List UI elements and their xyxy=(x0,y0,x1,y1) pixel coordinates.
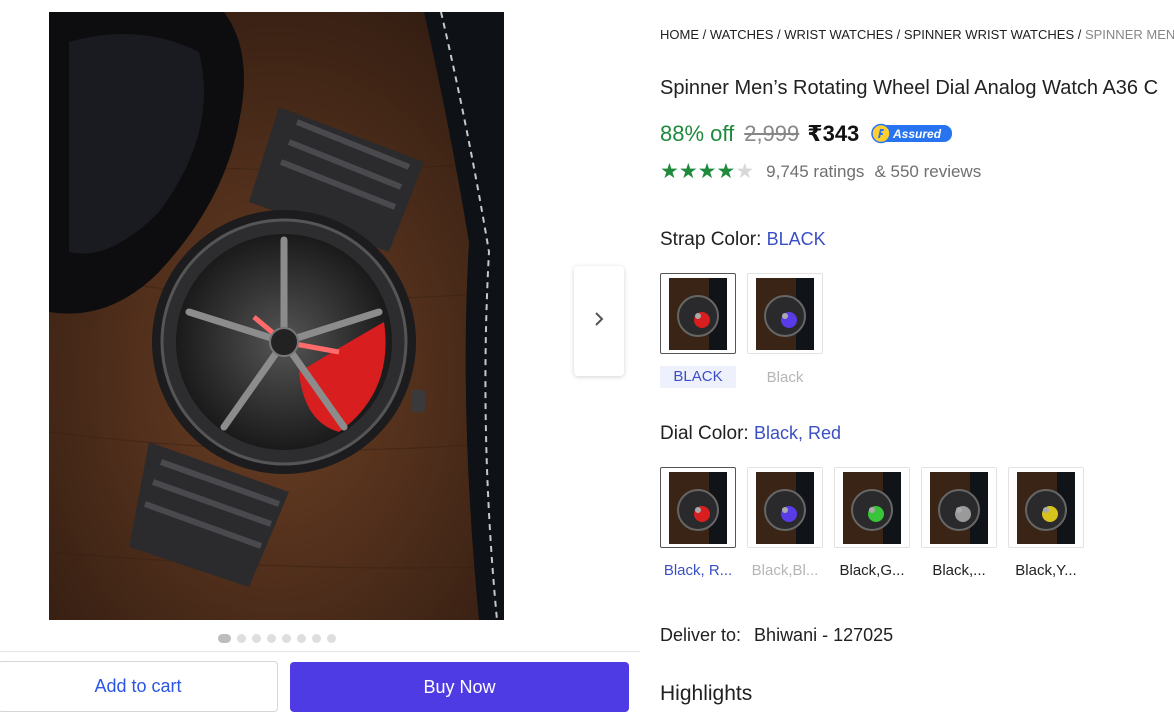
strap-color-label: Strap Color: BLACK xyxy=(660,229,826,251)
swatch-thumbnail xyxy=(930,471,988,544)
breadcrumb-home[interactable]: HOME xyxy=(660,27,699,42)
dial-swatch-black-yellow[interactable] xyxy=(1008,467,1084,548)
dial-swatch-black-blue[interactable] xyxy=(747,467,823,548)
price-row: 88% off 2,999 ₹343 Assured xyxy=(660,121,953,147)
original-price: 2,999 xyxy=(744,121,800,146)
dial-color-title: Dial Color: xyxy=(660,423,749,444)
deliver-to-label: Deliver to: xyxy=(660,625,742,645)
buy-now-button[interactable]: Buy Now xyxy=(290,662,629,712)
dial-swatch-black-red[interactable] xyxy=(660,467,736,548)
breadcrumb-separator: / xyxy=(699,27,710,42)
breadcrumb-separator: / xyxy=(773,27,785,42)
chevron-right-icon xyxy=(592,311,606,332)
selling-price: ₹343 xyxy=(807,121,860,146)
delivery-location[interactable]: Bhiwani - 127025 xyxy=(754,625,893,645)
dial-color-value: Black, Red xyxy=(753,423,842,443)
ratings-count[interactable]: 9,745 ratings xyxy=(766,162,864,182)
swatch-thumbnail xyxy=(756,471,814,544)
highlights-heading: Highlights xyxy=(660,682,753,705)
star-icon: ★ xyxy=(716,160,736,183)
swatch-thumbnail xyxy=(843,471,901,544)
divider xyxy=(0,651,640,652)
star-icon: ★ xyxy=(678,160,698,183)
carousel-dot[interactable] xyxy=(297,634,306,643)
star-rating: ★ ★ ★ ★ ★ xyxy=(660,161,754,182)
swatch-thumbnail xyxy=(669,277,727,350)
product-gallery: Add to cart Buy Now xyxy=(0,0,640,723)
carousel-dot[interactable] xyxy=(237,634,246,643)
dial-option-label: Black,G... xyxy=(839,562,905,579)
reviews-count[interactable]: & 550 reviews xyxy=(874,162,981,182)
dial-option-label: Black, R... xyxy=(663,562,733,579)
swatch-thumbnail xyxy=(756,277,814,350)
product-title: Spinner Men’s Rotating Wheel Dial Analog… xyxy=(660,77,1159,99)
dial-option-label: Black,... xyxy=(932,562,986,579)
carousel-dot[interactable] xyxy=(282,634,291,643)
breadcrumb-separator: / xyxy=(893,27,904,42)
breadcrumb-separator: / xyxy=(1074,27,1085,42)
breadcrumb-current: SPINNER MEN'S R xyxy=(1084,27,1174,42)
carousel-dot[interactable] xyxy=(267,634,276,643)
delivery-row: Deliver to: Bhiwani - 127025 xyxy=(660,625,893,646)
breadcrumb-wrist-watches[interactable]: WRIST WATCHES xyxy=(784,27,893,42)
rating-row: ★ ★ ★ ★ ★ 9,745 ratings & 550 reviews xyxy=(660,161,981,182)
add-to-cart-button[interactable]: Add to cart xyxy=(0,661,278,712)
strap-option-label: Black xyxy=(766,369,804,386)
carousel-dot[interactable] xyxy=(252,634,261,643)
image-carousel-dots xyxy=(218,634,336,643)
assured-label: Assured xyxy=(892,127,942,141)
breadcrumb: HOME / WATCHES / WRIST WATCHES / SPINNER… xyxy=(660,27,1174,42)
product-details: HOME / WATCHES / WRIST WATCHES / SPINNER… xyxy=(660,0,1174,723)
strap-swatch-black-alt[interactable] xyxy=(747,273,823,354)
strap-color-value: BLACK xyxy=(766,229,826,249)
star-empty-icon: ★ xyxy=(735,160,755,183)
carousel-dot[interactable] xyxy=(218,634,231,643)
dial-option-label: Black,Bl... xyxy=(751,562,819,579)
carousel-dot[interactable] xyxy=(327,634,336,643)
carousel-dot[interactable] xyxy=(312,634,321,643)
next-image-button[interactable] xyxy=(574,266,624,376)
product-main-image[interactable] xyxy=(49,12,504,620)
assured-badge: Assured xyxy=(871,123,953,145)
swatch-thumbnail xyxy=(669,471,727,544)
dial-option-label: Black,Y... xyxy=(1015,562,1077,579)
breadcrumb-watches[interactable]: WATCHES xyxy=(710,27,774,42)
dial-color-label: Dial Color: Black, Red xyxy=(660,423,841,445)
star-icon: ★ xyxy=(660,160,679,183)
star-icon: ★ xyxy=(697,160,717,183)
strap-color-title: Strap Color: xyxy=(660,229,762,250)
breadcrumb-spinner-wrist-watches[interactable]: SPINNER WRIST WATCHES xyxy=(904,27,1074,42)
discount-percent: 88% off xyxy=(660,121,735,146)
strap-option-label: BLACK xyxy=(660,366,736,388)
strap-swatch-black[interactable] xyxy=(660,273,736,354)
dial-swatch-black-green[interactable] xyxy=(834,467,910,548)
dial-swatch-black-grey[interactable] xyxy=(921,467,997,548)
swatch-thumbnail xyxy=(1017,471,1075,544)
